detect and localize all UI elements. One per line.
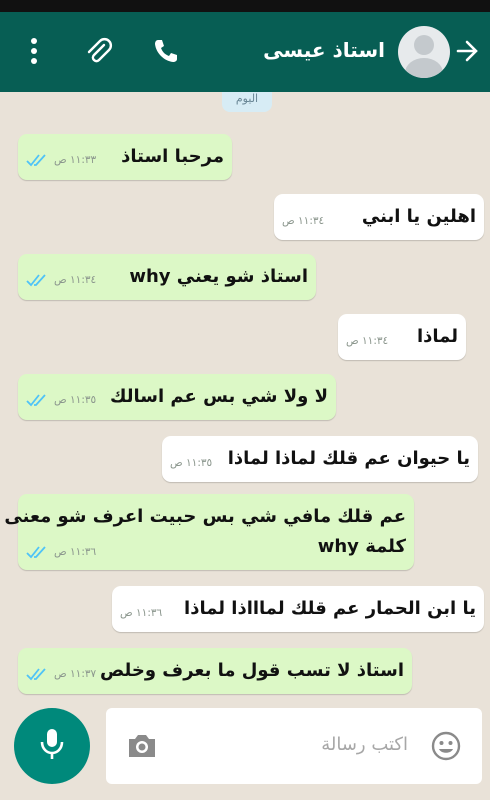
message-text: لماذا bbox=[417, 326, 458, 347]
status-bar bbox=[0, 0, 490, 12]
phone-icon[interactable] bbox=[148, 34, 184, 68]
outgoing-message[interactable]: استاذ لا تسب قول ما بعرف وخلص ١١:٣٧ ص bbox=[18, 648, 412, 694]
mic-button[interactable] bbox=[14, 708, 90, 784]
message-meta: ١١:٣٥ ص bbox=[170, 457, 212, 469]
message-text: يا ابن الحمار عم قلك لماااذا لماذا bbox=[184, 598, 476, 619]
message-meta: ١١:٣٤ ص bbox=[346, 335, 388, 347]
incoming-message[interactable]: اهلين يا ابني ١١:٣٤ ص bbox=[274, 194, 484, 240]
incoming-message[interactable]: يا ابن الحمار عم قلك لماااذا لماذا ١١:٣٦… bbox=[112, 586, 484, 632]
message-time: ١١:٣٤ ص bbox=[54, 274, 97, 286]
chat-area[interactable]: اليوم مرحبا استاذ ١١:٣٣ ص اهلين يا ابني … bbox=[0, 92, 490, 702]
message-text: مرحبا استاذ bbox=[121, 146, 224, 167]
incoming-message[interactable]: لماذا ١١:٣٤ ص bbox=[338, 314, 466, 360]
outgoing-message[interactable]: عم قلك مافي شي بس حبيت اعرف شو معنى كلمة… bbox=[4, 494, 414, 570]
emoji-icon[interactable] bbox=[430, 730, 462, 766]
contact-name[interactable]: استاذ عيسى bbox=[263, 38, 385, 62]
message-meta: ١١:٣٣ ص bbox=[26, 153, 96, 167]
double-check-icon bbox=[26, 153, 50, 167]
message-meta: ١١:٣٦ ص bbox=[120, 607, 162, 619]
message-time: ١١:٣٥ ص bbox=[54, 394, 97, 406]
message-input[interactable]: اكتب رسالة bbox=[106, 708, 482, 784]
outgoing-message[interactable]: لا ولا شي بس عم اسالك ١١:٣٥ ص bbox=[18, 374, 336, 420]
day-label: اليوم bbox=[222, 92, 272, 112]
avatar[interactable] bbox=[398, 26, 450, 78]
message-time: ١١:٣٥ ص bbox=[170, 457, 213, 469]
mic-icon bbox=[39, 727, 65, 765]
message-meta: ١١:٣٦ ص bbox=[26, 545, 96, 559]
message-text: لا ولا شي بس عم اسالك bbox=[109, 386, 328, 407]
double-check-icon bbox=[26, 273, 50, 287]
message-time: ١١:٣٦ ص bbox=[54, 546, 97, 558]
message-meta: ١١:٣٧ ص bbox=[26, 667, 96, 681]
message-text: يا حيوان عم قلك لماذا لماذا bbox=[227, 448, 470, 469]
back-arrow-icon[interactable] bbox=[452, 34, 482, 68]
composer-bar: اكتب رسالة bbox=[0, 702, 490, 800]
message-placeholder: اكتب رسالة bbox=[321, 734, 408, 755]
menu-icon[interactable] bbox=[20, 34, 48, 68]
avatar-body bbox=[405, 58, 443, 78]
double-check-icon bbox=[26, 393, 50, 407]
message-text: استاذ لا تسب قول ما بعرف وخلص bbox=[99, 660, 404, 681]
incoming-message[interactable]: يا حيوان عم قلك لماذا لماذا ١١:٣٥ ص bbox=[162, 436, 478, 482]
message-meta: ١١:٣٤ ص bbox=[282, 215, 324, 227]
message-time: ١١:٣٣ ص bbox=[54, 154, 97, 166]
chat-header: استاذ عيسى bbox=[0, 12, 490, 92]
message-text-line: عم قلك مافي شي بس حبيت اعرف شو معنى bbox=[4, 506, 406, 527]
double-check-icon bbox=[26, 667, 50, 681]
attach-icon[interactable] bbox=[80, 34, 116, 68]
message-meta: ١١:٣٥ ص bbox=[26, 393, 96, 407]
message-time: ١١:٣٧ ص bbox=[54, 668, 97, 680]
message-time: ١١:٣٦ ص bbox=[120, 607, 163, 619]
message-meta: ١١:٣٤ ص bbox=[26, 273, 96, 287]
message-text: اهلين يا ابني bbox=[361, 206, 476, 227]
message-text-line: كلمة why bbox=[317, 536, 406, 557]
outgoing-message[interactable]: استاذ شو يعني why ١١:٣٤ ص bbox=[18, 254, 316, 300]
message-time: ١١:٣٤ ص bbox=[346, 335, 389, 347]
camera-icon[interactable] bbox=[126, 732, 158, 764]
double-check-icon bbox=[26, 545, 50, 559]
message-text: استاذ شو يعني why bbox=[129, 266, 308, 287]
message-time: ١١:٣٤ ص bbox=[282, 215, 325, 227]
avatar-icon bbox=[414, 35, 434, 55]
outgoing-message[interactable]: مرحبا استاذ ١١:٣٣ ص bbox=[18, 134, 232, 180]
